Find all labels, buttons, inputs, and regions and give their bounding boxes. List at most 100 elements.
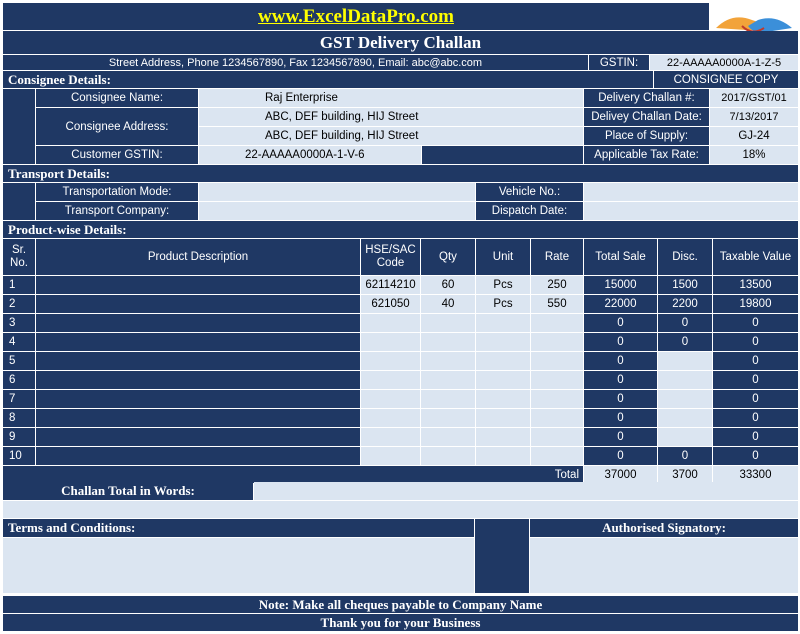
terms-content[interactable]: [3, 538, 474, 593]
table-cell-qty[interactable]: [421, 352, 475, 370]
words-value[interactable]: [254, 482, 798, 500]
table-cell-unit[interactable]: Pcs: [476, 295, 530, 313]
table-cell-discount[interactable]: 0: [658, 314, 712, 332]
table-cell-total-sale[interactable]: 0: [584, 390, 657, 408]
consignee-address-line2[interactable]: ABC, DEF building, HIJ Street: [199, 127, 583, 145]
table-cell-unit[interactable]: [476, 314, 530, 332]
table-cell-taxable-value[interactable]: 19800: [713, 295, 798, 313]
table-cell-hsn-code[interactable]: [361, 409, 420, 427]
table-cell-total-sale[interactable]: 0: [584, 314, 657, 332]
table-cell-qty[interactable]: 40: [421, 295, 475, 313]
customer-gstin-value[interactable]: 22-AAAAA0000A-1-V-6: [199, 146, 421, 164]
table-cell-qty[interactable]: [421, 333, 475, 351]
table-cell-product-description[interactable]: [36, 314, 360, 332]
table-cell-total-sale[interactable]: 0: [584, 371, 657, 389]
table-cell-rate[interactable]: [531, 409, 583, 427]
table-cell-discount[interactable]: 2200: [658, 295, 712, 313]
table-cell-taxable-value[interactable]: 0: [713, 314, 798, 332]
consignee-address-line1[interactable]: ABC, DEF building, HIJ Street: [199, 108, 583, 126]
table-cell-qty[interactable]: [421, 371, 475, 389]
table-cell-product-description[interactable]: [36, 333, 360, 351]
table-cell-total-sale[interactable]: 22000: [584, 295, 657, 313]
table-cell-rate[interactable]: [531, 390, 583, 408]
table-cell-unit[interactable]: [476, 409, 530, 427]
table-cell-product-description[interactable]: [36, 409, 360, 427]
website-banner[interactable]: www.ExcelDataPro.com: [3, 3, 709, 30]
table-cell-unit[interactable]: Pcs: [476, 276, 530, 294]
table-cell-taxable-value[interactable]: 0: [713, 371, 798, 389]
table-cell-hsn-code[interactable]: [361, 314, 420, 332]
challan-date-value[interactable]: 7/13/2017: [710, 108, 798, 126]
table-cell-rate[interactable]: [531, 314, 583, 332]
table-cell-taxable-value[interactable]: 0: [713, 352, 798, 370]
transport-mode-label: Transportation Mode:: [36, 183, 198, 201]
table-cell-unit[interactable]: [476, 428, 530, 446]
table-cell-product-description[interactable]: [36, 447, 360, 465]
table-cell-product-description[interactable]: [36, 295, 360, 313]
consignee-name-value[interactable]: Raj Enterprise: [199, 89, 583, 107]
table-cell-qty[interactable]: 60: [421, 276, 475, 294]
table-cell-taxable-value[interactable]: 13500: [713, 276, 798, 294]
table-cell-qty[interactable]: [421, 390, 475, 408]
table-cell-unit[interactable]: [476, 390, 530, 408]
dispatch-date-value[interactable]: [584, 202, 798, 220]
challan-no-value[interactable]: 2017/GST/01: [710, 89, 798, 107]
table-cell-discount[interactable]: [658, 409, 712, 427]
table-cell-taxable-value[interactable]: 0: [713, 447, 798, 465]
table-cell-total-sale[interactable]: 0: [584, 428, 657, 446]
table-cell-rate[interactable]: [531, 371, 583, 389]
table-cell-taxable-value[interactable]: 0: [713, 390, 798, 408]
table-cell-discount[interactable]: [658, 371, 712, 389]
table-cell-unit[interactable]: [476, 352, 530, 370]
table-cell-discount[interactable]: [658, 390, 712, 408]
table-cell-rate[interactable]: 550: [531, 295, 583, 313]
table-cell-discount[interactable]: [658, 428, 712, 446]
table-cell-taxable-value[interactable]: 0: [713, 333, 798, 351]
table-cell-hsn-code[interactable]: 621050: [361, 295, 420, 313]
table-cell-product-description[interactable]: [36, 390, 360, 408]
place-of-supply-value[interactable]: GJ-24: [710, 127, 798, 145]
table-cell-qty[interactable]: [421, 447, 475, 465]
table-cell-hsn-code[interactable]: [361, 447, 420, 465]
table-cell-hsn-code[interactable]: [361, 352, 420, 370]
table-cell-qty[interactable]: [421, 314, 475, 332]
table-cell-total-sale[interactable]: 0: [584, 409, 657, 427]
table-cell-hsn-code[interactable]: [361, 390, 420, 408]
table-cell-rate[interactable]: [531, 428, 583, 446]
table-cell-product-description[interactable]: [36, 276, 360, 294]
table-cell-hsn-code[interactable]: 62114210: [361, 276, 420, 294]
table-cell-product-description[interactable]: [36, 352, 360, 370]
table-cell-rate[interactable]: 250: [531, 276, 583, 294]
transport-mode-value[interactable]: [199, 183, 475, 201]
transport-section-title: Transport Details:: [3, 165, 798, 182]
table-cell-total-sale[interactable]: 0: [584, 447, 657, 465]
table-cell-discount[interactable]: [658, 352, 712, 370]
table-cell-hsn-code[interactable]: [361, 428, 420, 446]
transport-company-value[interactable]: [199, 202, 475, 220]
table-cell-product-description[interactable]: [36, 428, 360, 446]
table-cell-discount[interactable]: 0: [658, 333, 712, 351]
tax-rate-value[interactable]: 18%: [710, 146, 798, 164]
signatory-area[interactable]: [530, 538, 798, 593]
table-cell-rate[interactable]: [531, 447, 583, 465]
table-cell-unit[interactable]: [476, 447, 530, 465]
table-cell-product-description[interactable]: [36, 371, 360, 389]
table-cell-hsn-code[interactable]: [361, 333, 420, 351]
table-cell-total-sale[interactable]: 0: [584, 333, 657, 351]
table-cell-rate[interactable]: [531, 333, 583, 351]
table-cell-discount[interactable]: 1500: [658, 276, 712, 294]
table-cell-hsn-code[interactable]: [361, 371, 420, 389]
table-cell-qty[interactable]: [421, 409, 475, 427]
total-label: Total: [3, 466, 583, 483]
table-cell-taxable-value[interactable]: 0: [713, 409, 798, 427]
words-value-row2[interactable]: [3, 501, 798, 518]
vehicle-no-value[interactable]: [584, 183, 798, 201]
table-cell-unit[interactable]: [476, 371, 530, 389]
table-cell-qty[interactable]: [421, 428, 475, 446]
table-cell-discount[interactable]: 0: [658, 447, 712, 465]
table-cell-taxable-value[interactable]: 0: [713, 428, 798, 446]
table-cell-total-sale[interactable]: 15000: [584, 276, 657, 294]
table-cell-rate[interactable]: [531, 352, 583, 370]
table-cell-total-sale[interactable]: 0: [584, 352, 657, 370]
table-cell-unit[interactable]: [476, 333, 530, 351]
